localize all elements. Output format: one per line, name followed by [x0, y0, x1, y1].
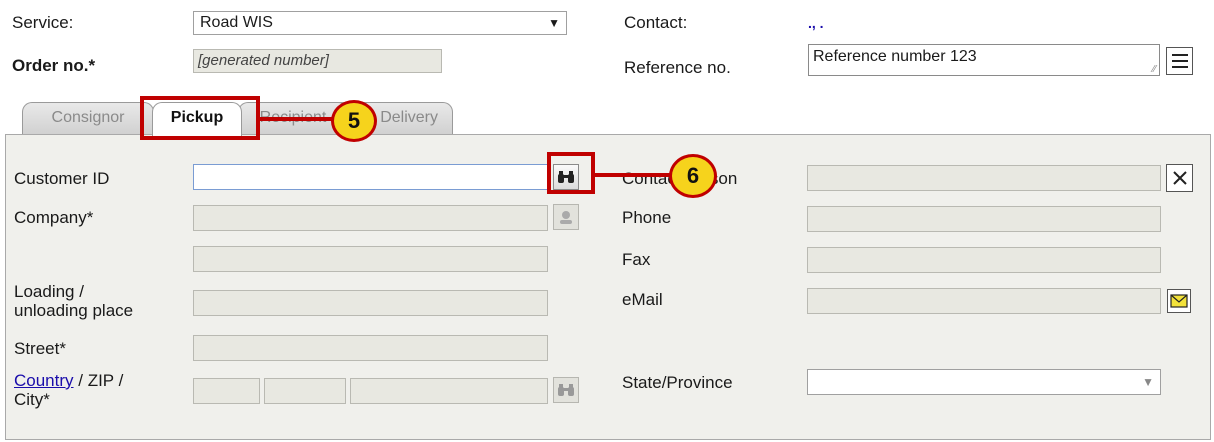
country-zip-city-label: Country / ZIP / City* — [14, 371, 123, 409]
city-label: City* — [14, 390, 50, 409]
city-input[interactable] — [350, 378, 548, 404]
order-number-field: [generated number] — [193, 49, 442, 73]
state-select[interactable]: ▼ — [807, 369, 1161, 395]
email-label: eMail — [622, 290, 663, 309]
state-label: State/Province — [622, 373, 733, 392]
zip-label: / ZIP / — [73, 371, 124, 390]
street-input[interactable] — [193, 335, 548, 361]
loading-place-label: Loading / unloading place — [14, 282, 133, 320]
country-input[interactable] — [193, 378, 260, 404]
zip-input[interactable] — [264, 378, 346, 404]
contact-person-input[interactable] — [807, 165, 1161, 191]
reference-textarea[interactable]: Reference number 123 ⁄⁄ — [808, 44, 1160, 76]
chevron-down-icon: ▼ — [1142, 375, 1154, 389]
order-label: Order no.* — [12, 56, 96, 75]
callout-line-6 — [594, 173, 672, 177]
loading-place-input[interactable] — [193, 290, 548, 316]
email-input[interactable] — [807, 288, 1161, 314]
service-select-value: Road WIS — [200, 14, 273, 31]
callout-box-pickup-tab — [140, 96, 260, 140]
resize-grip-icon[interactable]: ⁄⁄ — [1153, 64, 1156, 75]
reference-value: Reference number 123 — [813, 48, 977, 65]
callout-box-search-button — [547, 152, 595, 194]
service-label: Service: — [12, 13, 74, 32]
service-select[interactable]: Road WIS ▼ — [193, 11, 567, 35]
contact-label: Contact: — [624, 13, 688, 32]
fax-input[interactable] — [807, 247, 1161, 273]
chevron-down-icon: ▼ — [548, 16, 560, 30]
fax-label: Fax — [622, 250, 651, 269]
loading-place-label-line2: unloading place — [14, 301, 134, 320]
tab-consignor[interactable]: Consignor — [22, 102, 154, 135]
menu-icon[interactable] — [1166, 47, 1193, 75]
contact-value[interactable]: ., . — [808, 13, 824, 33]
phone-label: Phone — [622, 208, 672, 227]
customer-id-input[interactable] — [193, 164, 548, 190]
callout-marker-6: 6 — [669, 154, 717, 198]
company-input[interactable] — [193, 205, 548, 231]
street-label: Street* — [14, 339, 66, 358]
address-book-icon[interactable] — [553, 204, 579, 230]
country-link[interactable]: Country — [14, 371, 74, 390]
callout-line-5 — [259, 117, 333, 121]
loading-place-label-line1: Loading / — [14, 282, 84, 301]
envelope-icon[interactable] — [1167, 289, 1191, 313]
city-search-binoculars-icon[interactable] — [553, 377, 579, 403]
company-line2-input[interactable] — [193, 246, 548, 272]
close-icon[interactable] — [1166, 164, 1193, 192]
callout-marker-5: 5 — [331, 100, 377, 142]
customer-id-label: Customer ID — [14, 169, 110, 188]
reference-label: Reference no. — [624, 58, 731, 77]
company-label: Company* — [14, 208, 94, 227]
phone-input[interactable] — [807, 206, 1161, 232]
